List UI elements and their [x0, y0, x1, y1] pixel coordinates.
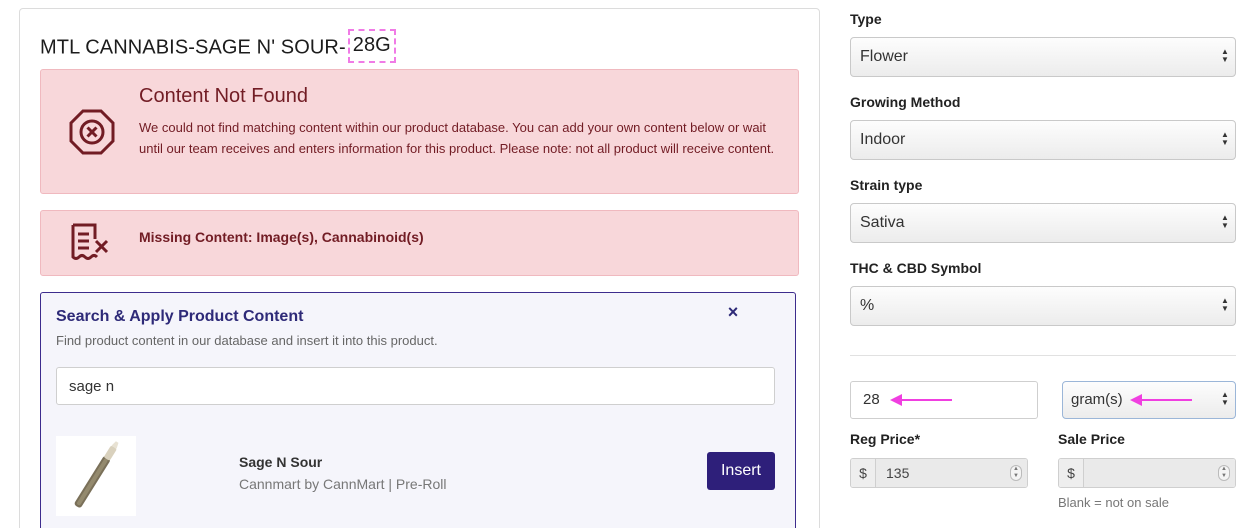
strain-type-select[interactable]: Sativa ▲ ▼ [850, 203, 1236, 243]
result-name: Sage N Sour [239, 454, 323, 470]
select-arrows-icon: ▲ ▼ [1221, 47, 1229, 64]
search-panel-subtitle: Find product content in our database and… [56, 333, 438, 348]
missing-content-alert: Missing Content: Image(s), Cannabinoid(s… [40, 210, 799, 276]
octagon-x-icon [68, 108, 116, 161]
select-arrows-icon: ▲ ▼ [1221, 213, 1229, 230]
strain-type-label: Strain type [850, 177, 923, 193]
sale-price-group: $ ▲ ▼ [1058, 458, 1236, 488]
reg-price-label: Reg Price* [850, 431, 921, 447]
arrow-left-icon [1130, 392, 1194, 413]
alert-body: We could not find matching content withi… [139, 120, 775, 156]
alert-heading: Content Not Found [139, 85, 308, 107]
select-arrows-icon: ▲ ▼ [1221, 296, 1229, 313]
type-select[interactable]: Flower ▲ ▼ [850, 37, 1236, 77]
result-thumbnail [56, 436, 136, 516]
strain-type-value: Sativa [860, 214, 905, 231]
product-search-input[interactable] [56, 367, 775, 405]
search-panel-title: Search & Apply Product Content [56, 308, 304, 325]
product-content-card: MTL CANNABIS-SAGE N' SOUR- 28G Content No… [19, 8, 820, 528]
thc-cbd-symbol-value: % [860, 297, 875, 314]
currency-addon: $ [1059, 459, 1084, 487]
reg-price-value: 135 [886, 465, 910, 481]
type-select-value: Flower [860, 48, 909, 65]
number-spinner-icon[interactable]: ▲ ▼ [1010, 465, 1022, 481]
document-x-icon [69, 221, 111, 268]
select-arrows-icon: ▲ ▼ [1221, 130, 1229, 147]
sale-price-input[interactable]: ▲ ▼ [1084, 459, 1235, 487]
reg-price-group: $ 135 ▲ ▼ [850, 458, 1028, 488]
unit-select-value: gram(s) [1071, 391, 1123, 408]
sale-price-note: Blank = not on sale [1058, 495, 1169, 510]
growing-method-select[interactable]: Indoor ▲ ▼ [850, 120, 1236, 160]
growing-method-label: Growing Method [850, 94, 961, 110]
thc-cbd-symbol-label: THC & CBD Symbol [850, 260, 982, 276]
search-apply-panel: Search & Apply Product Content Find prod… [40, 292, 796, 528]
sale-price-label: Sale Price [1058, 431, 1125, 447]
content-not-found-alert: Content Not Found We could not find matc… [40, 69, 799, 194]
growing-method-value: Indoor [860, 131, 906, 148]
product-title-text: MTL CANNABIS-SAGE N' SOUR- [40, 36, 346, 59]
currency-addon: $ [851, 459, 876, 487]
missing-content-text: Missing Content: Image(s), Cannabinoid(s… [139, 229, 424, 245]
select-arrows-icon: ▲ ▼ [1221, 390, 1229, 407]
quantity-value: 28 [863, 391, 880, 408]
reg-price-input[interactable]: 135 ▲ ▼ [876, 459, 1027, 487]
result-meta: Cannmart by CannMart | Pre-Roll [239, 476, 447, 492]
section-divider [850, 355, 1236, 356]
product-title: MTL CANNABIS-SAGE N' SOUR- 28G [40, 29, 396, 65]
product-title-size-highlight: 28G [347, 29, 396, 63]
arrow-left-icon [890, 392, 954, 413]
insert-button[interactable]: Insert [707, 452, 775, 490]
type-label: Type [850, 11, 882, 27]
thc-cbd-symbol-select[interactable]: % ▲ ▼ [850, 286, 1236, 326]
close-icon[interactable]: × [724, 303, 742, 321]
number-spinner-icon[interactable]: ▲ ▼ [1218, 465, 1230, 481]
